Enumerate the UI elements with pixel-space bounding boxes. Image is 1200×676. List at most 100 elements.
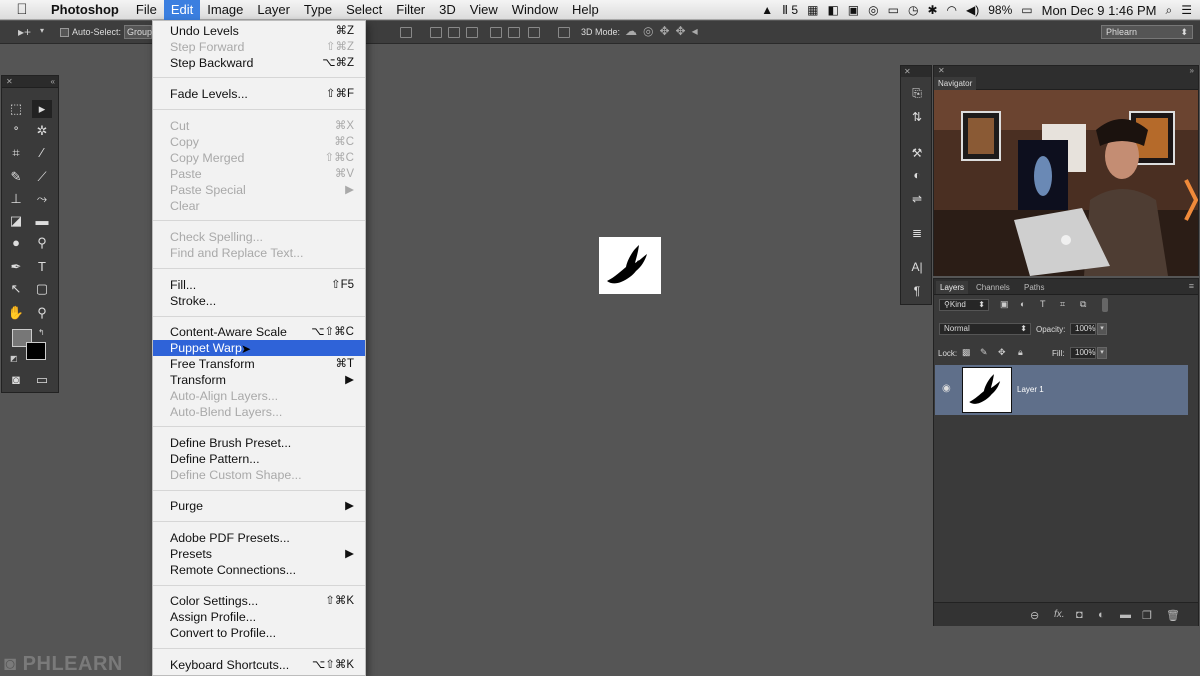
magic-wand-tool-icon[interactable]: ✲ — [32, 122, 52, 140]
menu-item-fill[interactable]: Fill... ⇧F5 — [153, 277, 365, 293]
background-color-swatch[interactable] — [26, 342, 46, 360]
filter-smart-object-icon[interactable]: ⧉ — [1080, 299, 1086, 310]
battery-level[interactable]: 98% — [988, 3, 1012, 17]
crop-tool-icon[interactable]: ⌗ — [6, 144, 26, 162]
distribute-right-icon[interactable] — [528, 27, 540, 38]
lasso-tool-icon[interactable]: ᐤ — [6, 122, 26, 140]
pen-tool-icon[interactable]: ✒ — [6, 258, 26, 276]
menu-type[interactable]: Type — [297, 0, 339, 20]
zoom-tool-icon[interactable]: ⚲ — [32, 304, 52, 322]
close-icon[interactable]: ✕ — [938, 66, 945, 75]
quick-mask-icon[interactable]: ◙ — [6, 371, 26, 389]
add-mask-icon[interactable]: ◘ — [1076, 609, 1083, 621]
menu-image[interactable]: Image — [200, 0, 250, 20]
fx-icon[interactable]: fx. — [1054, 609, 1065, 620]
menu-item-copy[interactable]: Copy ⌘C — [153, 134, 365, 150]
properties-icon[interactable]: ⇌ — [907, 190, 927, 208]
layer-name[interactable]: Layer 1 — [1017, 385, 1044, 394]
notification-center-icon[interactable]: ☰ — [1181, 3, 1192, 17]
menu-item-fade-levels[interactable]: Fade Levels... ⇧⌘F — [153, 86, 365, 102]
menu-select[interactable]: Select — [339, 0, 389, 20]
move-tool-icon[interactable]: ▸+ — [18, 25, 31, 39]
spotlight-icon[interactable]: ⌕ — [1166, 3, 1173, 18]
distribute-bottom-icon[interactable] — [466, 27, 478, 38]
menu-help[interactable]: Help — [565, 0, 606, 20]
gradient-tool-icon[interactable]: ▬ — [32, 212, 52, 230]
brush-panel-icon[interactable]: ⚒ — [907, 144, 927, 162]
filter-pixel-icon[interactable]: ▣ — [1000, 299, 1009, 310]
navigator-preview[interactable] — [934, 90, 1198, 276]
collapse-icon[interactable]: » — [1190, 66, 1194, 75]
healing-brush-tool-icon[interactable]: ✎ — [6, 168, 26, 186]
menu-item-free-transform[interactable]: Free Transform ⌘T — [153, 356, 365, 372]
document-canvas[interactable] — [599, 237, 661, 294]
shape-tool-icon[interactable]: ▢ — [32, 280, 52, 298]
menu-filter[interactable]: Filter — [389, 0, 432, 20]
screen-record-icon[interactable]: ▣ — [848, 3, 859, 17]
opacity-input[interactable]: 100% — [1070, 323, 1096, 335]
default-colors-icon[interactable]: ◩ — [10, 354, 18, 363]
menu-item-purge[interactable]: Purge ▶ — [153, 498, 365, 514]
menu-item-stroke[interactable]: Stroke... — [153, 293, 365, 309]
3d-mode-icons[interactable]: ☁◎✥✥◂ — [625, 24, 704, 38]
delete-layer-icon[interactable]: 🗑︎ — [1166, 609, 1180, 622]
move-tool-icon[interactable]: ▸ — [32, 100, 52, 118]
actions-icon[interactable]: ⇅ — [907, 108, 927, 126]
tab-paths[interactable]: Paths — [1020, 281, 1048, 294]
bluetooth-icon[interactable]: ✱ — [927, 3, 937, 17]
panel-menu-icon[interactable]: ≡ — [1189, 281, 1194, 291]
menu-item-convert-profile[interactable]: Convert to Profile... — [153, 625, 365, 641]
menu-item-color-settings[interactable]: Color Settings... ⇧⌘K — [153, 593, 365, 609]
menu-item-transform[interactable]: Transform ▶ — [153, 372, 365, 388]
fill-slider-arrow-icon[interactable]: ▾ — [1097, 347, 1107, 359]
menu-item-undo-levels[interactable]: Undo Levels ⌘Z — [153, 23, 365, 39]
app-grid-icon[interactable]: ▦ — [807, 3, 818, 17]
menu-item-content-aware-scale[interactable]: Content-Aware Scale ⌥⇧⌘C — [153, 324, 365, 340]
filter-type-icon[interactable]: T — [1040, 299, 1046, 309]
fill-input[interactable]: 100% — [1070, 347, 1096, 359]
swap-colors-icon[interactable]: ↰ — [38, 328, 45, 337]
tool-preset-arrow-icon[interactable]: ▾ — [40, 26, 44, 35]
brush-tool-icon[interactable]: ⟋ — [32, 168, 52, 186]
blend-mode-dropdown[interactable]: Normal ⬍ — [939, 323, 1031, 335]
clone-stamp-tool-icon[interactable]: ⊥ — [6, 190, 26, 208]
menu-3d[interactable]: 3D — [432, 0, 463, 20]
menu-item-auto-blend[interactable]: Auto-Blend Layers... — [153, 404, 365, 420]
menu-item-copy-merged[interactable]: Copy Merged ⇧⌘C — [153, 150, 365, 166]
menu-file[interactable]: File — [129, 0, 164, 20]
link-layers-icon[interactable]: ⊖ — [1030, 609, 1039, 622]
auto-select-checkbox[interactable] — [60, 27, 69, 38]
menu-edit[interactable]: Edit — [163, 0, 201, 20]
menu-item-remote-connections[interactable]: Remote Connections... — [153, 562, 365, 578]
collapsed-panels-header[interactable]: ✕ — [901, 66, 931, 77]
history-brush-tool-icon[interactable]: ⤳ — [32, 190, 52, 208]
clock[interactable]: Mon Dec 9 1:46 PM — [1042, 3, 1157, 18]
menu-item-step-forward[interactable]: Step Forward ⇧⌘Z — [153, 39, 365, 55]
menu-item-keyboard-shortcuts[interactable]: Keyboard Shortcuts... ⌥⇧⌘K — [153, 657, 365, 673]
sync-icon[interactable]: ◎ — [868, 3, 878, 17]
menu-item-define-pattern[interactable]: Define Pattern... — [153, 451, 365, 467]
menu-item-presets[interactable]: Presets ▶ — [153, 546, 365, 562]
menu-item-define-brush[interactable]: Define Brush Preset... — [153, 435, 365, 451]
tab-layers[interactable]: Layers — [936, 281, 969, 294]
menu-item-paste[interactable]: Paste ⌘V — [153, 166, 365, 182]
menu-window[interactable]: Window — [505, 0, 565, 20]
tab-channels[interactable]: Channels — [972, 281, 1014, 294]
menu-item-find-replace[interactable]: Find and Replace Text... — [153, 245, 365, 261]
time-machine-icon[interactable]: ◷ — [908, 3, 918, 17]
menu-item-pdf-presets[interactable]: Adobe PDF Presets... — [153, 530, 365, 546]
tools-panel-header[interactable]: ✕ « — [2, 76, 58, 88]
auto-select-dropdown[interactable]: Group — [124, 25, 152, 39]
menu-item-auto-align[interactable]: Auto-Align Layers... — [153, 388, 365, 404]
lock-transparent-icon[interactable]: ▩ — [962, 347, 971, 358]
menu-item-cut[interactable]: Cut ⌘X — [153, 118, 365, 134]
marquee-tool-icon[interactable]: ⬚ — [6, 100, 26, 118]
screen-mode-icon[interactable]: ▭ — [32, 371, 52, 389]
lock-all-icon[interactable]: 🔒︎ — [1018, 347, 1023, 358]
menu-item-clear[interactable]: Clear — [153, 198, 365, 214]
path-selection-tool-icon[interactable]: ↖ — [6, 280, 26, 298]
distribute-top-icon[interactable] — [430, 27, 442, 38]
paragraph-icon[interactable]: ¶ — [907, 282, 927, 300]
adobe-icon[interactable]: Ⅱ 5 — [782, 3, 798, 17]
layer-thumbnail[interactable] — [962, 367, 1012, 413]
